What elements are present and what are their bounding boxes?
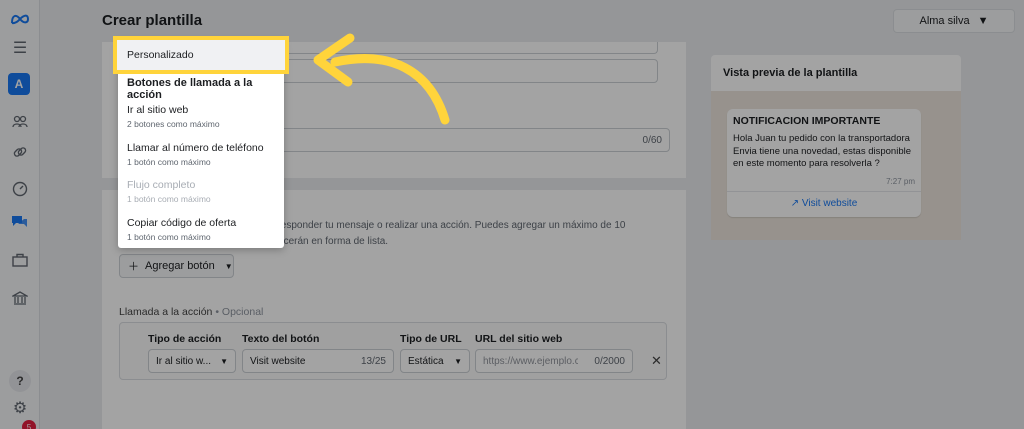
annotation-arrow-icon [313,33,450,125]
